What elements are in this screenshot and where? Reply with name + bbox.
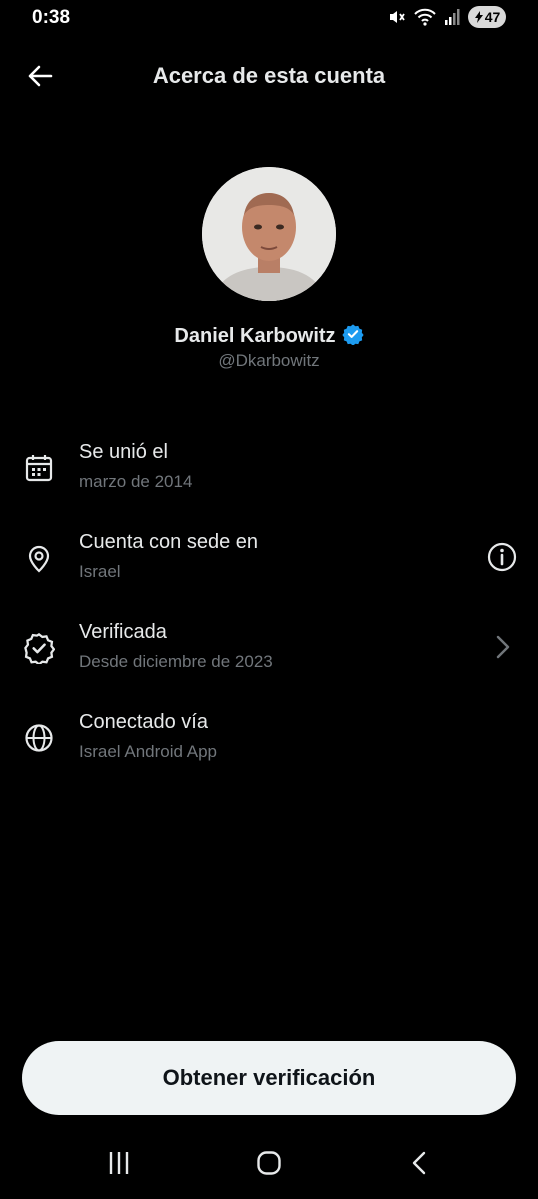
row-joined-title: Se unió el — [79, 441, 168, 463]
row-verified[interactable]: Verificada Desde diciembre de 2023 — [0, 621, 538, 691]
recent-apps-icon — [106, 1150, 132, 1181]
verified-badge-icon — [23, 632, 55, 664]
chevron-right-icon — [490, 633, 514, 666]
avatar-image — [202, 167, 336, 301]
row-connected-via: Conectado vía Israel Android App — [0, 711, 538, 781]
location-pin-icon — [23, 542, 55, 574]
row-joined: Se unió el marzo de 2014 — [0, 441, 538, 511]
status-time: 0:38 — [32, 7, 71, 28]
home-button[interactable] — [249, 1145, 289, 1185]
wifi-icon — [414, 8, 436, 26]
signal-icon — [444, 8, 460, 26]
info-icon — [486, 541, 518, 578]
row-based-in-title: Cuenta con sede en — [79, 531, 259, 553]
row-based-in-subtitle: Israel — [79, 562, 121, 581]
verified-check-icon[interactable] — [341, 323, 364, 350]
profile-handle: @Dkarbowitz — [218, 351, 320, 370]
row-verified-chevron[interactable] — [484, 631, 520, 667]
row-verified-title: Verificada — [79, 621, 167, 643]
battery-icon: 47 — [468, 6, 506, 28]
header: Acerca de esta cuenta — [0, 52, 538, 102]
home-icon — [256, 1150, 282, 1181]
row-connected-via-title: Conectado vía — [79, 711, 208, 733]
avatar[interactable] — [202, 167, 336, 301]
info-button[interactable] — [484, 541, 520, 577]
status-icons: 47 — [388, 6, 506, 28]
system-nav-bar — [0, 1131, 538, 1199]
back-icon — [407, 1150, 433, 1181]
profile-name: Daniel Karbowitz — [174, 325, 336, 347]
mute-icon — [388, 8, 406, 26]
recent-apps-button[interactable] — [99, 1145, 139, 1185]
battery-level: 47 — [484, 9, 501, 25]
row-connected-via-subtitle: Israel Android App — [79, 742, 217, 761]
calendar-icon — [23, 452, 55, 484]
row-joined-subtitle: marzo de 2014 — [79, 472, 193, 491]
row-verified-subtitle: Desde diciembre de 2023 — [79, 652, 273, 671]
globe-icon — [23, 722, 55, 754]
page-title: Acerca de esta cuenta — [152, 63, 386, 88]
row-based-in: Cuenta con sede en Israel — [0, 531, 538, 601]
system-back-button[interactable] — [400, 1145, 440, 1185]
status-bar: 0:38 47 — [0, 0, 538, 36]
get-verified-button[interactable]: Obtener verificación — [22, 1041, 516, 1115]
profile-name-row: Daniel Karbowitz — [0, 323, 538, 350]
